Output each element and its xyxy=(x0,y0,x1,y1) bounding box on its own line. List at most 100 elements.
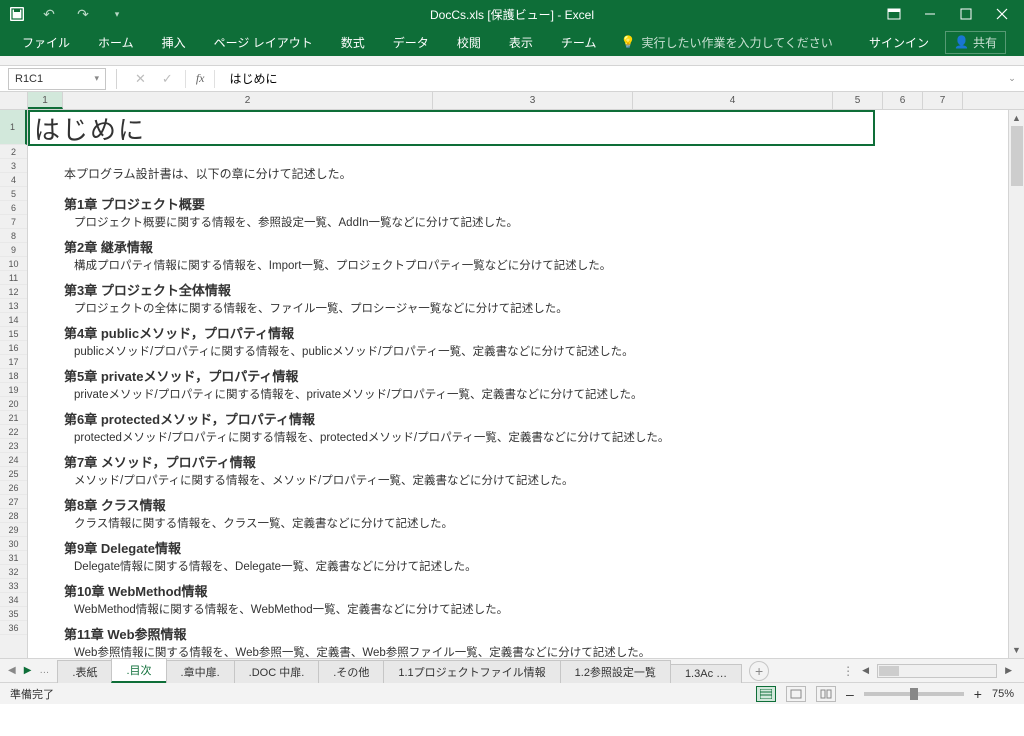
sheet-tab[interactable]: .章中扉. xyxy=(166,660,235,683)
scrollbar-thumb[interactable] xyxy=(879,666,899,676)
tab-insert[interactable]: 挿入 xyxy=(148,28,200,56)
row-header[interactable]: 30 xyxy=(0,537,27,551)
column-header[interactable]: 3 xyxy=(433,92,633,109)
zoom-slider[interactable] xyxy=(864,692,964,696)
zoom-level[interactable]: 75% xyxy=(992,688,1014,700)
row-header[interactable]: 1 xyxy=(0,110,27,145)
row-header[interactable]: 32 xyxy=(0,565,27,579)
share-button[interactable]: 👤 共有 xyxy=(945,31,1006,54)
redo-button[interactable]: ↷ xyxy=(74,5,92,23)
hscroll-right-icon[interactable]: ▶ xyxy=(1001,665,1016,676)
chevron-down-icon[interactable]: ▾ xyxy=(94,73,99,84)
row-header[interactable]: 28 xyxy=(0,509,27,523)
row-header[interactable]: 20 xyxy=(0,397,27,411)
hscroll-left-icon[interactable]: ◀ xyxy=(858,665,873,676)
tab-nav-next-icon[interactable]: ▶ xyxy=(24,665,32,676)
row-header[interactable]: 22 xyxy=(0,425,27,439)
row-header[interactable]: 26 xyxy=(0,481,27,495)
column-header[interactable]: 6 xyxy=(883,92,923,109)
view-normal-button[interactable] xyxy=(756,686,776,702)
row-header[interactable]: 6 xyxy=(0,201,27,215)
tab-review[interactable]: 校閲 xyxy=(443,28,495,56)
row-header[interactable]: 27 xyxy=(0,495,27,509)
row-header[interactable]: 25 xyxy=(0,467,27,481)
sheet-tab[interactable]: 1.1プロジェクトファイル情報 xyxy=(383,660,560,683)
select-all-corner[interactable] xyxy=(0,92,28,109)
row-header[interactable]: 15 xyxy=(0,327,27,341)
column-header[interactable]: 7 xyxy=(923,92,963,109)
row-header[interactable]: 9 xyxy=(0,243,27,257)
expand-formula-bar-icon[interactable]: ⌄ xyxy=(1006,73,1024,84)
tab-page-layout[interactable]: ページ レイアウト xyxy=(200,28,327,56)
row-header[interactable]: 24 xyxy=(0,453,27,467)
row-header[interactable]: 17 xyxy=(0,355,27,369)
tab-team[interactable]: チーム xyxy=(547,28,611,56)
row-header[interactable]: 29 xyxy=(0,523,27,537)
row-header[interactable]: 19 xyxy=(0,383,27,397)
ribbon-display-options-icon[interactable] xyxy=(886,6,902,22)
row-header[interactable]: 5 xyxy=(0,187,27,201)
tab-home[interactable]: ホーム xyxy=(84,28,148,56)
column-header[interactable]: 5 xyxy=(833,92,883,109)
name-box[interactable]: R1C1 ▾ xyxy=(8,68,106,90)
vertical-scrollbar[interactable]: ▲ ▼ xyxy=(1008,110,1024,658)
maximize-button[interactable] xyxy=(958,6,974,22)
row-header[interactable]: 7 xyxy=(0,215,27,229)
sheet-tab[interactable]: 1.2参照設定一覧 xyxy=(560,660,671,683)
save-icon[interactable] xyxy=(10,7,24,21)
column-header[interactable]: 2 xyxy=(63,92,433,109)
formula-input[interactable] xyxy=(219,68,1006,90)
tab-nav-prev-icon[interactable]: ◀ xyxy=(8,665,16,676)
tab-nav-menu-icon[interactable]: … xyxy=(39,665,49,676)
row-header[interactable]: 4 xyxy=(0,173,27,187)
scrollbar-thumb[interactable] xyxy=(1011,126,1023,186)
row-header[interactable]: 36 xyxy=(0,621,27,635)
cells-grid[interactable]: はじめに 本プログラム設計書は、以下の章に分けて記述した。 第1章 プロジェクト… xyxy=(28,110,1024,658)
fx-icon[interactable]: fx xyxy=(190,71,211,86)
row-header[interactable]: 10 xyxy=(0,257,27,271)
row-header[interactable]: 33 xyxy=(0,579,27,593)
sheet-tab[interactable]: .DOC 中扉. xyxy=(234,660,320,683)
zoom-in-button[interactable]: + xyxy=(974,686,982,702)
row-header[interactable]: 35 xyxy=(0,607,27,621)
horizontal-scrollbar[interactable] xyxy=(877,664,997,678)
row-header[interactable]: 3 xyxy=(0,159,27,173)
column-header[interactable]: 1 xyxy=(28,92,63,109)
row-header[interactable]: 2 xyxy=(0,145,27,159)
row-header[interactable]: 14 xyxy=(0,313,27,327)
tab-view[interactable]: 表示 xyxy=(495,28,547,56)
enter-formula-icon[interactable]: ✓ xyxy=(154,71,181,87)
row-header[interactable]: 23 xyxy=(0,439,27,453)
close-button[interactable] xyxy=(994,6,1010,22)
column-header[interactable]: 4 xyxy=(633,92,833,109)
row-header[interactable]: 13 xyxy=(0,299,27,313)
qat-customize-icon[interactable]: ▾ xyxy=(108,5,126,23)
row-header[interactable]: 31 xyxy=(0,551,27,565)
new-sheet-button[interactable]: + xyxy=(749,661,769,681)
tab-file[interactable]: ファイル xyxy=(8,28,84,56)
cancel-formula-icon[interactable]: ✕ xyxy=(127,71,154,87)
tab-formulas[interactable]: 数式 xyxy=(327,28,379,56)
sign-in-link[interactable]: サインイン xyxy=(869,34,929,51)
scroll-up-icon[interactable]: ▲ xyxy=(1009,110,1024,126)
sheet-tab[interactable]: .表紙 xyxy=(57,660,112,683)
minimize-button[interactable] xyxy=(922,6,938,22)
row-header[interactable]: 34 xyxy=(0,593,27,607)
sheet-tab[interactable]: .その他 xyxy=(318,660,384,683)
row-header[interactable]: 12 xyxy=(0,285,27,299)
undo-button[interactable]: ↶ xyxy=(40,5,58,23)
view-page-layout-button[interactable] xyxy=(786,686,806,702)
tell-me-search[interactable]: 💡 実行したい作業を入力してください xyxy=(620,34,832,51)
sheet-tab[interactable]: 1.3Ac … xyxy=(670,664,742,683)
row-header[interactable]: 21 xyxy=(0,411,27,425)
zoom-out-button[interactable]: – xyxy=(846,686,854,702)
row-header[interactable]: 16 xyxy=(0,341,27,355)
row-header[interactable]: 8 xyxy=(0,229,27,243)
view-page-break-button[interactable] xyxy=(816,686,836,702)
row-header[interactable]: 11 xyxy=(0,271,27,285)
zoom-slider-thumb[interactable] xyxy=(910,688,918,700)
row-header[interactable]: 18 xyxy=(0,369,27,383)
tab-resize-handle[interactable]: ⋮ xyxy=(842,664,854,678)
sheet-tab[interactable]: .目次 xyxy=(111,658,166,683)
tab-data[interactable]: データ xyxy=(379,28,443,56)
